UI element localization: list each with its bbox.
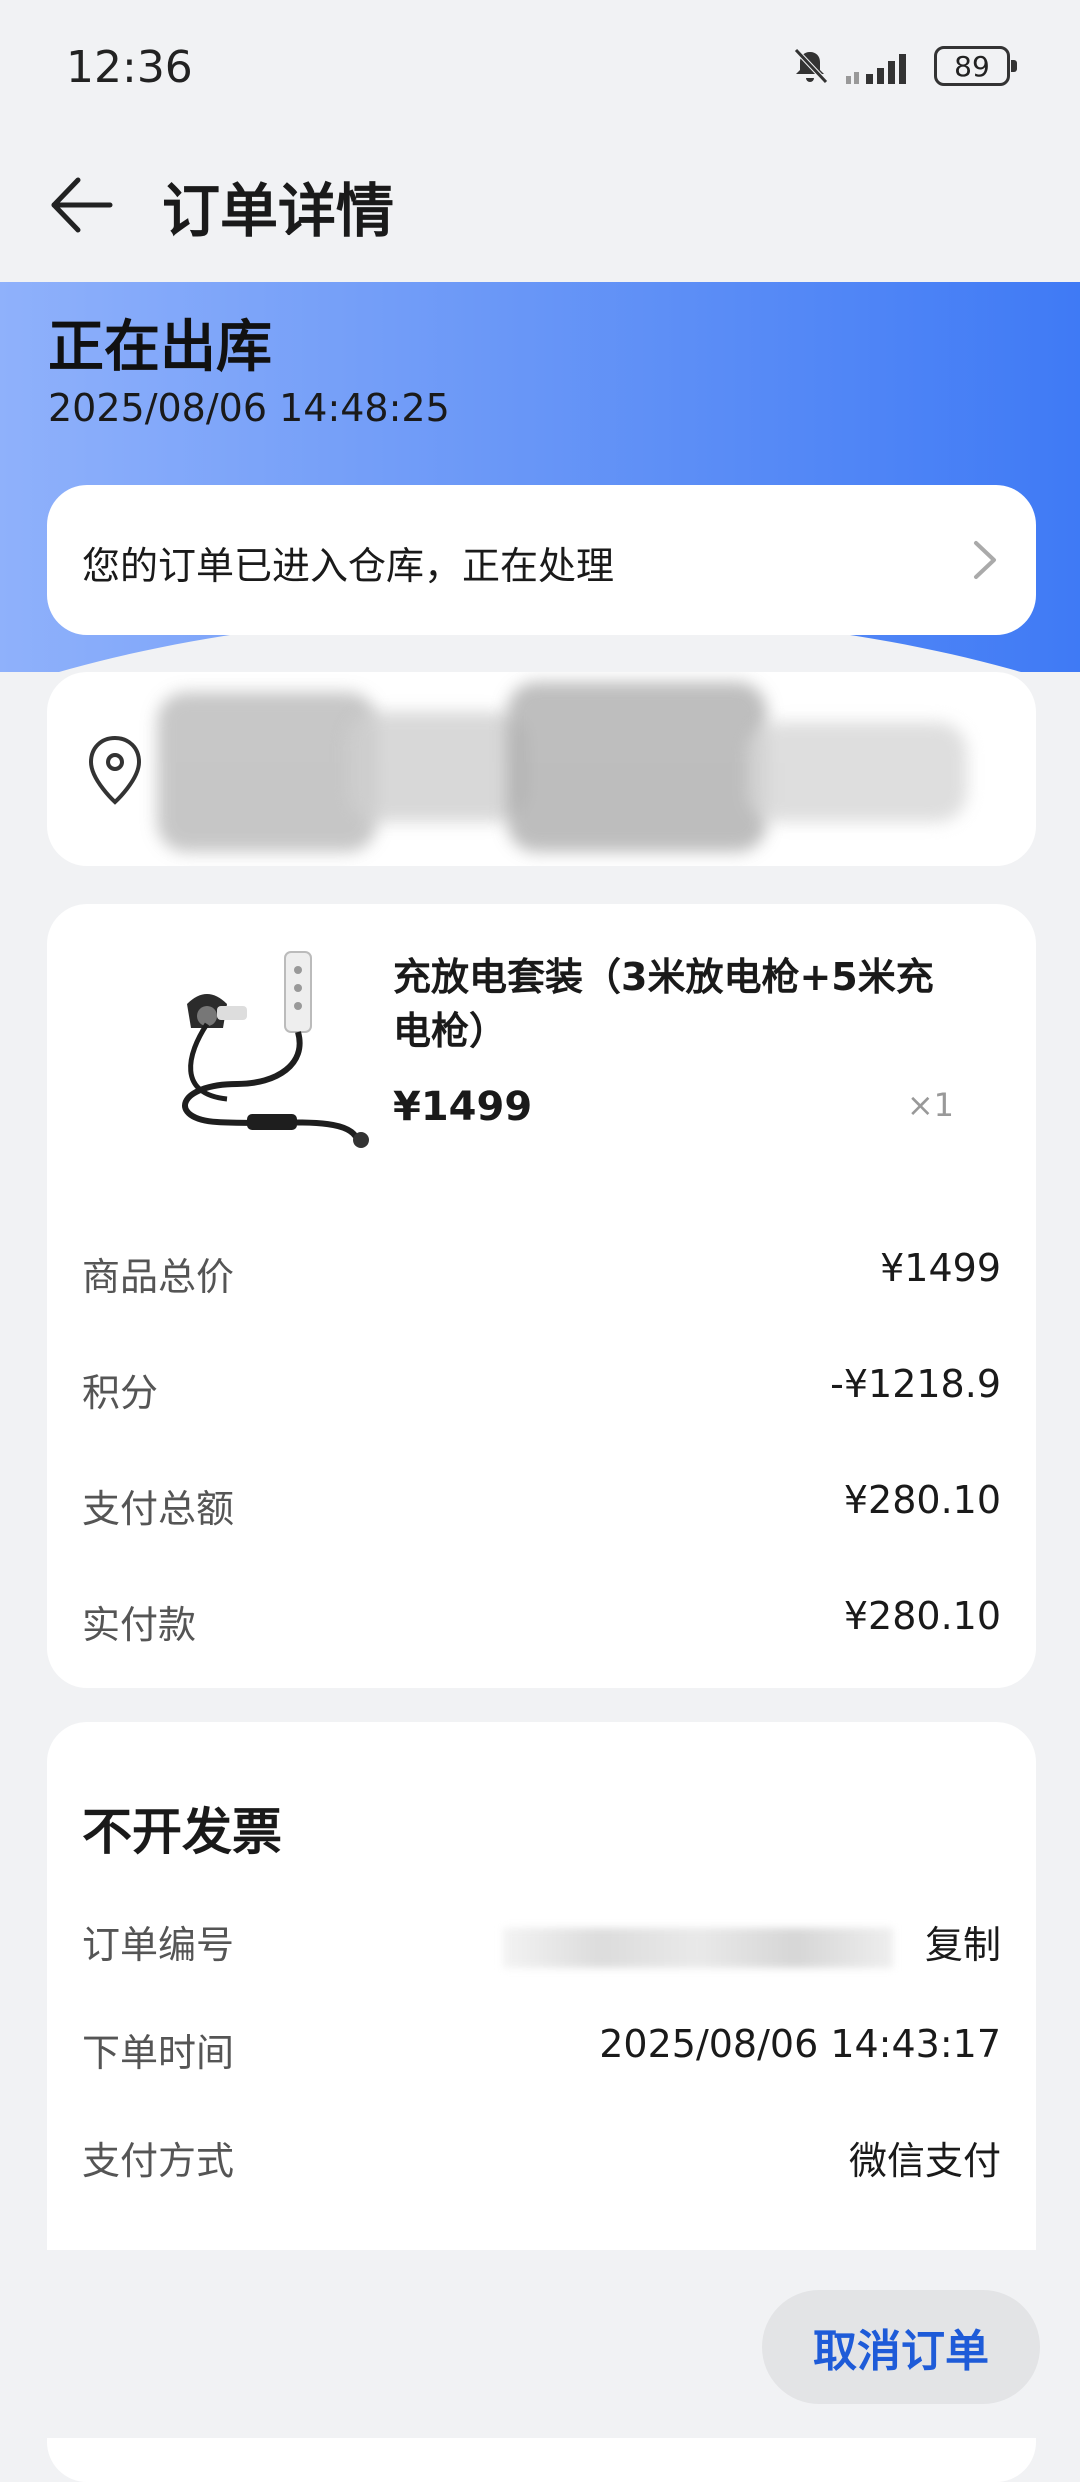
bell-muted-icon	[794, 48, 828, 84]
shipping-timestamp: 2025/08/06 14:48:25	[48, 386, 450, 430]
price-row-paid: 实付款 ¥280.10	[82, 1594, 1001, 1649]
product-quantity: ×1	[906, 1086, 954, 1124]
invoice-status: 不开发票	[82, 1803, 282, 1861]
battery-icon: 89	[934, 46, 1017, 86]
copy-button[interactable]: 复制	[925, 1923, 1001, 1967]
price-row-payment-total: 支付总额 ¥280.10	[82, 1478, 1001, 1533]
signal-icon	[846, 54, 906, 84]
price-label: 支付总额	[82, 1487, 235, 1531]
status-bar: 12:36 89	[0, 0, 1080, 130]
order-time-value: 2025/08/06 14:43:17	[599, 2022, 1001, 2066]
price-label: 商品总价	[82, 1255, 235, 1299]
battery-level: 89	[954, 49, 990, 83]
chevron-right-icon	[974, 541, 996, 579]
price-value: ¥280.10	[843, 1594, 1001, 1638]
price-label: 实付款	[82, 1603, 197, 1647]
app-header: 订单详情	[0, 140, 1080, 280]
order-number-value: 复制	[502, 1914, 1001, 1969]
order-time-row: 下单时间 2025/08/06 14:43:17	[82, 2022, 1001, 2077]
payment-method-row: 支付方式 微信支付	[82, 2130, 1001, 2185]
redacted-order-number	[502, 1927, 893, 1968]
order-number-row: 订单编号 复制	[82, 1914, 1001, 1969]
status-icons: 89	[790, 44, 1017, 88]
shipping-status: 正在出库	[48, 315, 272, 380]
price-value: ¥1499	[880, 1246, 1001, 1290]
product-card: 充放电套装（3米放电枪+5米充电枪） ¥1499 ×1 商品总价 ¥1499 积…	[47, 904, 1036, 1688]
payment-method-value: 微信支付	[848, 2139, 1001, 2183]
address-card[interactable]	[47, 672, 1036, 866]
order-time-label: 下单时间	[82, 2031, 235, 2075]
logistics-notice-card[interactable]: 您的订单已进入仓库，正在处理	[47, 485, 1036, 635]
redacted-scribble	[347, 712, 527, 822]
price-value: ¥280.10	[843, 1478, 1001, 1522]
cancel-order-button[interactable]: 取消订单	[762, 2290, 1040, 2404]
logistics-notice-text: 您的订单已进入仓库，正在处理	[82, 544, 615, 588]
redacted-scribble	[747, 722, 967, 822]
redacted-scribble	[507, 682, 767, 852]
price-row-points: 积分 -¥1218.9	[82, 1362, 1001, 1417]
redacted-scribble	[157, 692, 377, 852]
product-price: ¥1499	[393, 1084, 533, 1130]
payment-method-label: 支付方式	[82, 2139, 235, 2183]
bottom-action-bar: 取消订单	[0, 2250, 1080, 2438]
page-title: 订单详情	[162, 177, 395, 245]
clock: 12:36	[66, 42, 193, 93]
product-name[interactable]: 充放电套装（3米放电枪+5米充电枪）	[393, 950, 953, 1058]
order-number-label: 订单编号	[82, 1923, 235, 1967]
back-arrow-icon[interactable]	[48, 170, 118, 240]
location-pin-icon	[88, 735, 142, 805]
product-image[interactable]	[157, 944, 387, 1154]
price-value: -¥1218.9	[830, 1362, 1001, 1406]
price-row-subtotal: 商品总价 ¥1499	[82, 1246, 1001, 1301]
price-label: 积分	[82, 1371, 159, 1415]
